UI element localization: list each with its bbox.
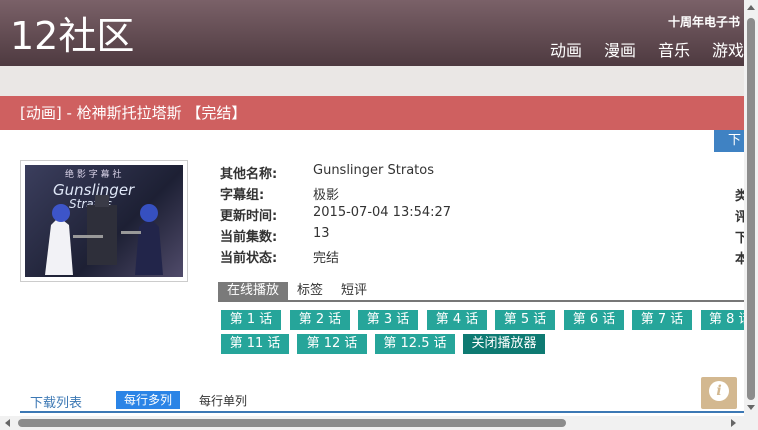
horizontal-scroll-thumb[interactable] (18, 419, 566, 427)
info-label: 当前状态: (220, 251, 278, 266)
episode-button[interactable]: 第 7 话 (632, 310, 692, 330)
content-tabs: 在线播放 标签 短评 (218, 282, 758, 302)
tab-online-play[interactable]: 在线播放 (218, 282, 289, 300)
cover-image: 绝 影 字 幕 社 Gunslinger Stratos (20, 160, 188, 282)
nav-anime[interactable]: 动画 (550, 37, 582, 61)
cover-artwork: 绝 影 字 幕 社 Gunslinger Stratos (25, 165, 183, 277)
info-icon: i (709, 381, 729, 401)
vertical-scrollbar[interactable] (744, 0, 758, 430)
episode-button[interactable]: 第 12 话 (297, 334, 367, 354)
episode-button[interactable]: 第 2 话 (290, 310, 350, 330)
horizontal-scrollbar[interactable] (0, 416, 744, 430)
download-list-title[interactable]: 下载列表 (30, 392, 82, 411)
scroll-down-icon[interactable] (747, 405, 755, 410)
nav-manga[interactable]: 漫画 (604, 37, 636, 61)
main-nav: 动画 漫画 音乐 游戏 (550, 37, 744, 61)
scroll-right-icon[interactable] (731, 419, 736, 427)
info-value: Gunslinger Stratos (313, 163, 434, 178)
site-logo[interactable]: 12社区 (10, 14, 134, 58)
scroll-left-icon[interactable] (5, 419, 10, 427)
info-label: 更新时间: (220, 209, 278, 224)
episode-button[interactable]: 第 4 话 (427, 310, 487, 330)
tab-tags[interactable]: 标签 (288, 282, 332, 300)
info-value: 13 (313, 226, 330, 241)
info-label: 当前集数: (220, 230, 278, 245)
ebook-link[interactable]: 十周年电子书 (668, 13, 740, 30)
episode-button[interactable]: 第 5 话 (495, 310, 555, 330)
vertical-scroll-thumb[interactable] (747, 18, 755, 400)
episode-button[interactable]: 第 12.5 话 (375, 334, 455, 354)
episode-button[interactable]: 第 6 话 (564, 310, 624, 330)
info-button[interactable]: i (701, 377, 737, 409)
download-list-divider (20, 411, 744, 413)
episode-button[interactable]: 第 8 话 (701, 310, 744, 330)
info-label: 其他名称: (220, 167, 278, 182)
episode-button[interactable]: 第 1 话 (221, 310, 281, 330)
close-player-button[interactable]: 关闭播放器 (463, 334, 545, 354)
info-label: 字幕组: (220, 188, 265, 203)
multi-column-option[interactable]: 每行多列 (116, 391, 181, 409)
info-value: 完结 (313, 251, 340, 266)
episode-button[interactable]: 第 3 话 (358, 310, 418, 330)
episode-button[interactable]: 第 11 话 (221, 334, 289, 354)
site-header: 12社区 十周年电子书 动画 漫画 音乐 游戏 (0, 0, 758, 66)
nav-games[interactable]: 游戏 (712, 37, 744, 61)
nav-music[interactable]: 音乐 (658, 37, 690, 61)
single-column-option[interactable]: 每行单列 (199, 392, 247, 409)
tab-reviews[interactable]: 短评 (332, 282, 376, 300)
info-value: 极影 (313, 188, 340, 203)
page-title: [动画] - 枪神斯托拉塔斯 【完结】 (0, 96, 758, 130)
info-value: 2015-07-04 13:54:27 (313, 205, 452, 220)
cover-figures (45, 195, 163, 275)
scroll-up-icon[interactable] (747, 5, 755, 10)
sub-header-bar (0, 66, 758, 96)
